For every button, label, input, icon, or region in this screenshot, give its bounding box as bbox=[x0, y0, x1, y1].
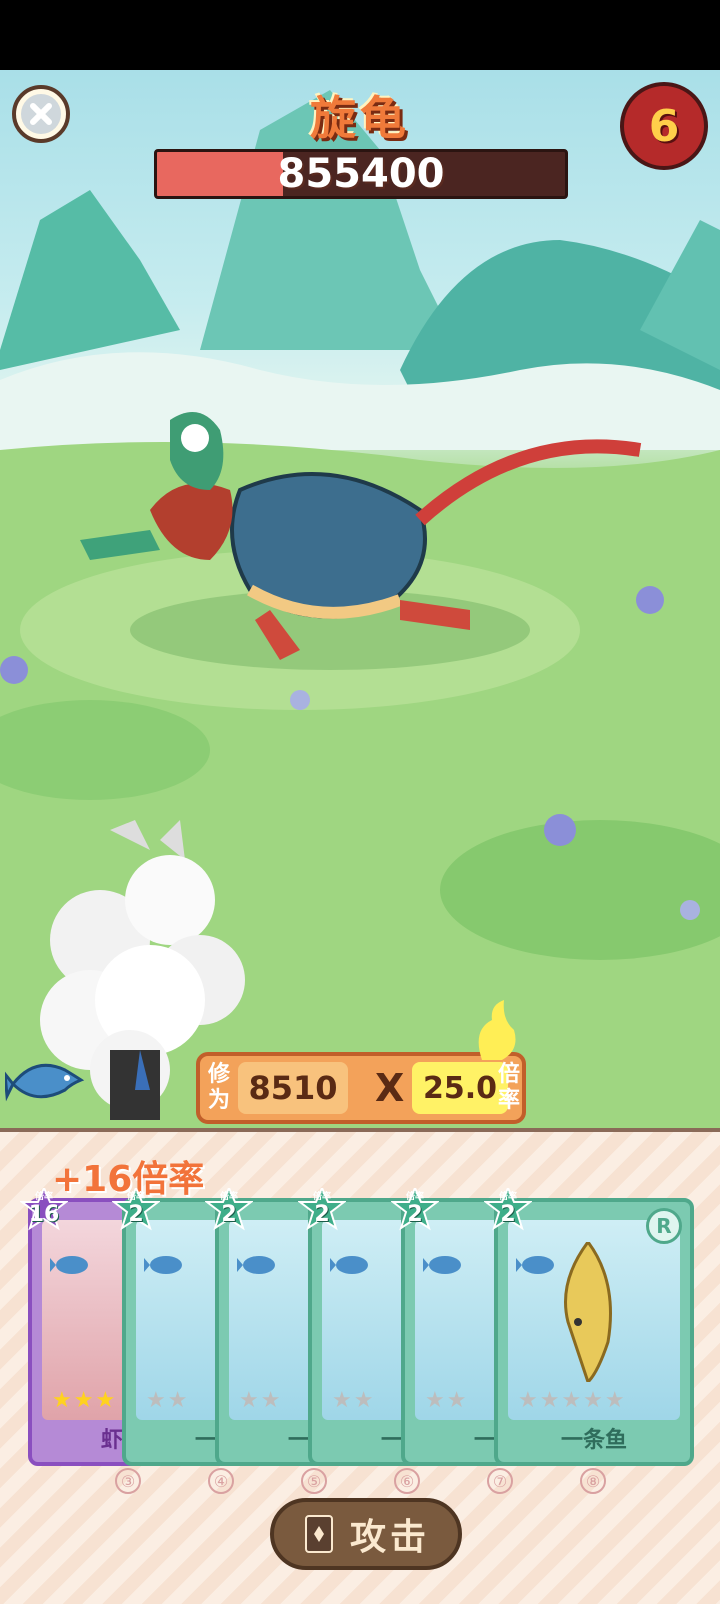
card-stars: ★★ bbox=[425, 1388, 469, 1413]
card-stars: ★★★ bbox=[52, 1388, 118, 1413]
cultivation-label: 修 为 bbox=[208, 1062, 230, 1114]
slot-number: ③ bbox=[115, 1468, 141, 1494]
card-stars: ★★★★★ bbox=[518, 1388, 627, 1413]
rate-label: 倍率 bbox=[126, 1192, 145, 1202]
attack-button[interactable]: 攻击 bbox=[270, 1498, 462, 1570]
attack-button-label: 攻击 bbox=[349, 1517, 430, 1558]
rate-value: 2 bbox=[500, 1202, 516, 1227]
multiplier-label-char-2: 率 bbox=[498, 1088, 521, 1113]
slot-number: ⑤ bbox=[301, 1468, 327, 1494]
rate-label: 倍率 bbox=[34, 1192, 53, 1202]
slot-number: ⑦ bbox=[487, 1468, 513, 1494]
cultivation-label-char-1: 修 bbox=[208, 1062, 231, 1087]
multiplier-value: 25.0 bbox=[412, 1062, 508, 1114]
card-1-rate-badge: 倍率 16 bbox=[20, 1188, 68, 1236]
rate-value: 16 bbox=[28, 1202, 60, 1227]
card-4-fish-icon bbox=[330, 1256, 368, 1274]
times-sign: X bbox=[375, 1066, 405, 1110]
card-play-icon bbox=[304, 1515, 333, 1553]
status-bar bbox=[0, 0, 720, 70]
close-button[interactable] bbox=[12, 85, 70, 143]
rate-label: 倍率 bbox=[312, 1192, 331, 1202]
rate-value: 2 bbox=[128, 1202, 144, 1227]
slot-number: ⑥ bbox=[394, 1468, 420, 1494]
card-stars: ★★ bbox=[146, 1388, 190, 1413]
close-icon bbox=[21, 94, 61, 134]
slot-number: ⑧ bbox=[580, 1468, 606, 1494]
score-panel: 修 为 8510 X 25.0 倍 率 bbox=[196, 1000, 526, 1124]
multiplier-label: 倍 率 bbox=[498, 1062, 520, 1114]
card-stars: ★★ bbox=[239, 1388, 283, 1413]
card-3-fish-icon bbox=[237, 1256, 275, 1274]
card-6-fish-icon bbox=[516, 1256, 554, 1274]
turns-left-badge: 6 bbox=[620, 82, 708, 170]
card-3-rate-badge: 倍率 2 bbox=[205, 1188, 253, 1236]
rate-label: 倍率 bbox=[219, 1192, 238, 1202]
cultivation-label-char-2: 为 bbox=[208, 1088, 231, 1113]
cultivation-value: 8510 bbox=[238, 1062, 348, 1114]
fish-icon bbox=[5, 1063, 85, 1102]
rarity-badge: R bbox=[646, 1208, 682, 1244]
rate-label: 倍率 bbox=[498, 1192, 517, 1202]
card-4-rate-badge: 倍率 2 bbox=[298, 1188, 346, 1236]
rate-value: 2 bbox=[314, 1202, 330, 1227]
slot-number: ④ bbox=[208, 1468, 234, 1494]
card-name: 一条鱼 bbox=[560, 1428, 627, 1453]
card-5-rate-badge: 倍率 2 bbox=[391, 1188, 439, 1236]
multiplier-label-char-1: 倍 bbox=[498, 1062, 521, 1087]
turns-left-value: 6 bbox=[648, 100, 680, 152]
card-5-fish-icon bbox=[423, 1256, 461, 1274]
card-6-rate-badge: 倍率 2 bbox=[484, 1188, 532, 1236]
boss-hp-bar: 855400 bbox=[154, 149, 568, 199]
rate-label: 倍率 bbox=[405, 1192, 424, 1202]
rate-value: 2 bbox=[221, 1202, 237, 1227]
card-1-fish-icon bbox=[50, 1256, 88, 1274]
rate-value: 2 bbox=[407, 1202, 423, 1227]
card-6[interactable]: ★★★★★ 一条鱼 R bbox=[494, 1198, 694, 1466]
fish-art-icon bbox=[564, 1242, 612, 1382]
boss-name: 旋龟 bbox=[310, 91, 410, 145]
card-2-fish-icon bbox=[144, 1256, 182, 1274]
card-stars: ★★ bbox=[332, 1388, 376, 1413]
fire-effect-icon bbox=[478, 1000, 516, 1060]
card-2-rate-badge: 倍率 2 bbox=[112, 1188, 160, 1236]
boss-hp-value: 855400 bbox=[277, 151, 445, 197]
